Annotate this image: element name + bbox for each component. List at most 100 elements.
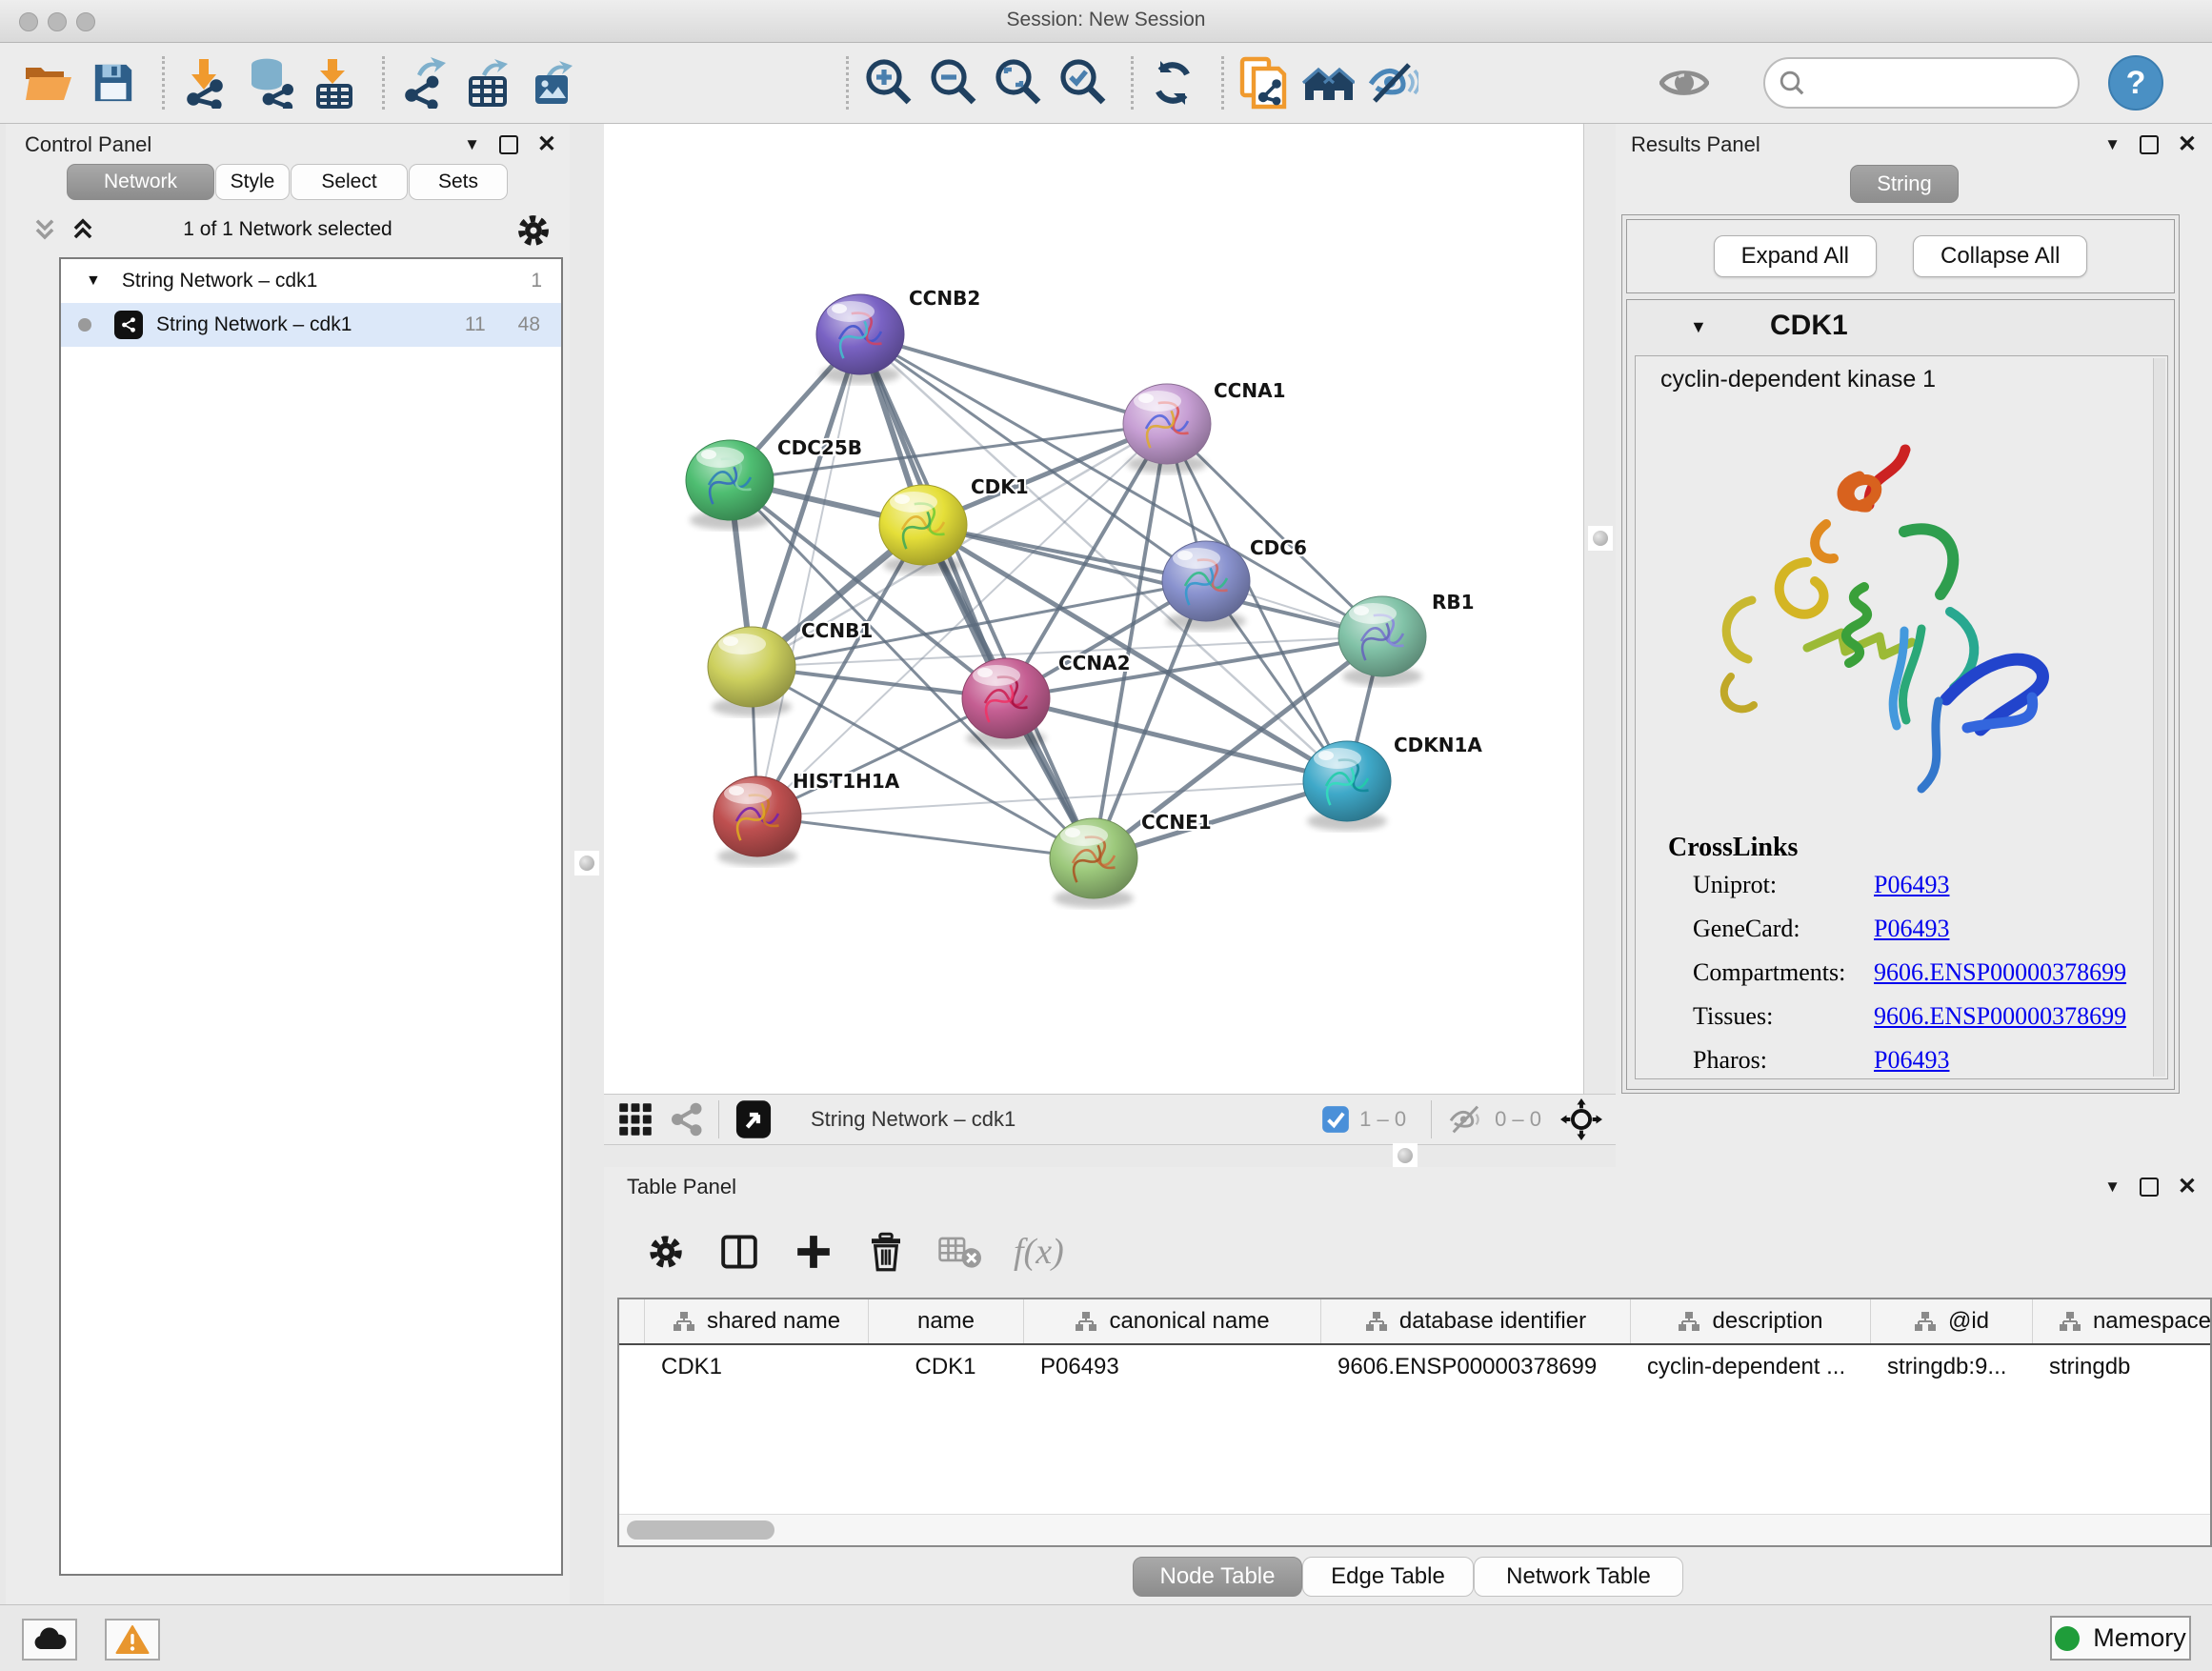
crosslink-value-link[interactable]: P06493: [1874, 871, 1949, 898]
column-header-shared-name[interactable]: shared name: [645, 1299, 869, 1343]
selected-checkbox-icon[interactable]: [1321, 1105, 1350, 1134]
home-button[interactable]: [1300, 53, 1356, 112]
grid-view-icon[interactable]: [617, 1101, 654, 1137]
tab-network[interactable]: Network: [67, 164, 214, 200]
crosslink-value-link[interactable]: P06493: [1874, 915, 1949, 942]
import-network-database-button[interactable]: [241, 53, 296, 112]
tab-select[interactable]: Select: [291, 164, 408, 200]
open-session-button[interactable]: [21, 53, 76, 112]
network-view-mode-icon[interactable]: [669, 1102, 703, 1137]
network-node-CDC6[interactable]: [1162, 541, 1250, 631]
splitter-handle[interactable]: [574, 851, 599, 876]
right-splitter[interactable]: [1583, 124, 1617, 1167]
splitter-handle[interactable]: [1588, 526, 1613, 551]
warning-status-button[interactable]: [105, 1619, 160, 1661]
column-header-description[interactable]: description: [1631, 1299, 1871, 1343]
network-row-selected[interactable]: String Network – cdk1 11 48: [61, 303, 561, 347]
copy-network-button[interactable]: [1236, 53, 1291, 112]
tab-style[interactable]: Style: [215, 164, 290, 200]
section-expander-icon[interactable]: ▼: [1690, 317, 1707, 337]
table-horizontal-scrollbar[interactable]: [619, 1514, 2210, 1545]
tree-expander-icon[interactable]: ▼: [86, 272, 101, 290]
show-eye-disabled-button[interactable]: [1657, 53, 1712, 112]
detach-view-icon[interactable]: [734, 1097, 773, 1141]
export-table-button[interactable]: [461, 53, 516, 112]
network-node-RB1[interactable]: [1338, 596, 1426, 686]
import-network-file-button[interactable]: [176, 53, 231, 112]
expand-all-button[interactable]: Expand All: [1714, 235, 1877, 277]
table-settings-gear-icon[interactable]: [646, 1232, 686, 1272]
memory-button[interactable]: Memory: [2050, 1616, 2191, 1661]
table-panel-float-icon[interactable]: [2140, 1178, 2159, 1197]
show-columns-icon[interactable]: [718, 1231, 760, 1273]
splitter-handle[interactable]: [1393, 1143, 1418, 1168]
table-cell[interactable]: stringdb:9...: [1870, 1354, 2032, 1380]
network-node-CDK1[interactable]: [879, 485, 967, 574]
table-panel-close-icon[interactable]: ✕: [2178, 1176, 2197, 1198]
control-panel-close-icon[interactable]: ✕: [537, 133, 556, 156]
gene-section-header[interactable]: ▼ CDK1: [1627, 300, 2174, 355]
left-splitter[interactable]: [570, 124, 605, 1604]
network-node-CCNA2[interactable]: [962, 658, 1050, 748]
import-table-button[interactable]: [306, 53, 361, 112]
column-header-name[interactable]: name: [869, 1299, 1024, 1343]
zoom-in-button[interactable]: [860, 53, 915, 112]
help-button[interactable]: ?: [2108, 55, 2163, 111]
table-cell[interactable]: CDK1: [644, 1354, 868, 1380]
network-options-gear-icon[interactable]: [514, 211, 553, 250]
column-header-canonical-name[interactable]: canonical name: [1024, 1299, 1321, 1343]
network-node-HIST1H1A[interactable]: [714, 776, 801, 866]
tab-edge-table[interactable]: Edge Table: [1302, 1557, 1474, 1597]
delete-column-trash-icon[interactable]: [867, 1231, 905, 1273]
tab-sets[interactable]: Sets: [409, 164, 508, 200]
network-node-CCNB1[interactable]: [708, 627, 795, 716]
network-node-CCNE1[interactable]: [1050, 818, 1137, 908]
birdseye-crosshair-icon[interactable]: [1560, 1098, 1602, 1140]
add-column-icon[interactable]: [793, 1231, 835, 1273]
network-node-CCNB2[interactable]: [816, 294, 904, 384]
control-panel-float-icon[interactable]: [499, 135, 518, 154]
results-panel-float-icon[interactable]: [2140, 135, 2159, 154]
column-header-namespace[interactable]: namespace: [2033, 1299, 2212, 1343]
export-network-button[interactable]: [396, 53, 452, 112]
crosslink-value-link[interactable]: P06493: [1874, 1046, 1949, 1074]
table-cell[interactable]: cyclin-dependent ...: [1630, 1354, 1870, 1380]
control-panel-collapse-icon[interactable]: ▼: [464, 135, 480, 154]
column-header--id[interactable]: @id: [1871, 1299, 2033, 1343]
network-canvas[interactable]: CCNB2CCNA1CDC25BCDK1CDC6RB1CCNB1CCNA2CDK…: [604, 124, 1583, 1094]
table-cell[interactable]: stringdb: [2032, 1354, 2212, 1380]
network-node-CDKN1A[interactable]: [1303, 741, 1391, 831]
tab-network-table[interactable]: Network Table: [1474, 1557, 1683, 1597]
crosslink-value-link[interactable]: 9606.ENSP00000378699: [1874, 958, 2126, 986]
table-panel-collapse-icon[interactable]: ▼: [2104, 1178, 2121, 1197]
zoom-out-button[interactable]: [925, 53, 980, 112]
network-node-CCNA1[interactable]: [1123, 384, 1211, 473]
crosslink-value-link[interactable]: 9606.ENSP00000378699: [1874, 1002, 2126, 1030]
hidden-eye-slash-icon[interactable]: [1447, 1104, 1485, 1135]
table-row[interactable]: CDK1CDK1P064939606.ENSP00000378699cyclin…: [619, 1345, 2210, 1389]
scrollbar-thumb[interactable]: [627, 1520, 774, 1540]
zoom-selected-button[interactable]: [1055, 53, 1110, 112]
refresh-button[interactable]: [1145, 53, 1200, 112]
zoom-fit-button[interactable]: [990, 53, 1045, 112]
search-input[interactable]: [1763, 57, 2080, 109]
collapse-all-button[interactable]: Collapse All: [1913, 235, 2087, 277]
save-session-button[interactable]: [86, 53, 141, 112]
delete-table-icon[interactable]: [937, 1233, 981, 1271]
table-cell[interactable]: P06493: [1023, 1354, 1320, 1380]
table-cell[interactable]: 9606.ENSP00000378699: [1320, 1354, 1630, 1380]
table-cell[interactable]: CDK1: [868, 1354, 1023, 1380]
function-builder-icon[interactable]: f(x): [1014, 1231, 1064, 1273]
hide-eye-button[interactable]: [1365, 53, 1420, 112]
results-panel-close-icon[interactable]: ✕: [2178, 133, 2197, 156]
export-image-button[interactable]: [526, 53, 581, 112]
tab-node-table[interactable]: Node Table: [1133, 1557, 1302, 1597]
results-panel-collapse-icon[interactable]: ▼: [2104, 135, 2121, 154]
column-header-database-identifier[interactable]: database identifier: [1321, 1299, 1631, 1343]
network-node-CDC25B[interactable]: [686, 440, 774, 530]
results-scrollbar[interactable]: [2153, 358, 2165, 1077]
cloud-status-button[interactable]: [22, 1619, 77, 1661]
string-network-graph[interactable]: CCNB2CCNA1CDC25BCDK1CDC6RB1CCNB1CCNA2CDK…: [604, 124, 1583, 1094]
network-collection-row[interactable]: ▼ String Network – cdk1 1: [61, 259, 561, 303]
tab-string[interactable]: String: [1850, 165, 1959, 203]
